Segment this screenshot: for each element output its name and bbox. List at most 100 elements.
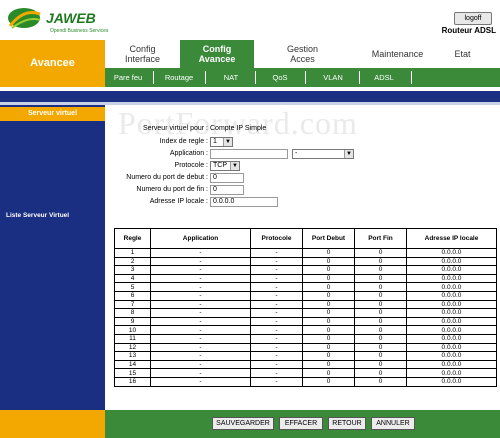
table-cell: - <box>150 316 251 327</box>
application-label: Application : <box>169 150 208 157</box>
table-cell: - <box>250 368 303 378</box>
main-tabs: Config Interface Config Avancee Gestion … <box>105 40 500 68</box>
tab-label-1: Etat <box>454 49 471 59</box>
table-cell: - <box>250 325 303 335</box>
table-cell: - <box>250 308 303 318</box>
subtab-divider <box>305 71 306 84</box>
table-cell: 0 <box>302 359 355 370</box>
subtab-nat[interactable]: NAT <box>213 71 249 84</box>
table-cell: 0 <box>354 333 407 344</box>
table-cell: 0.0.0.0 <box>406 351 497 361</box>
chevron-down-icon: ▼ <box>223 138 232 146</box>
table-cell: 0 <box>354 359 407 370</box>
table-cell: 0 <box>354 265 407 275</box>
col-header-application: Application <box>150 228 251 249</box>
table-cell: - <box>150 282 251 292</box>
logoff-button[interactable]: logoff <box>454 12 492 25</box>
sidebar: Serveur virtuel Liste Serveur Virtuel <box>0 105 105 410</box>
brand-name: JAWEB <box>46 10 96 26</box>
port-end-input[interactable]: 0 <box>210 185 244 195</box>
table-cell: - <box>150 308 251 318</box>
table-cell: 0 <box>354 308 407 318</box>
subtab-divider <box>359 71 360 84</box>
subtab-pare-feu[interactable]: Pare feu <box>109 71 147 84</box>
table-cell: - <box>150 325 251 335</box>
server-label: Serveur virtuel pour : <box>143 125 208 132</box>
table-cell: 0 <box>354 316 407 327</box>
table-cell: - <box>250 333 303 344</box>
table-cell: - <box>250 299 303 310</box>
local-ip-label: Adresse IP locale : <box>149 198 208 205</box>
table-cell: 0 <box>354 248 407 258</box>
table-cell: 0 <box>354 325 407 335</box>
table-row: 12- -0 0 0.0.0.0 <box>114 342 497 353</box>
table-cell: 11 <box>114 333 151 344</box>
tab-config-interface[interactable]: Config Interface <box>105 40 180 68</box>
port-start-input[interactable]: 0 <box>210 173 244 183</box>
table-cell: 0 <box>354 273 407 284</box>
table-cell: 0 <box>302 368 355 378</box>
table-cell: 0.0.0.0 <box>406 333 497 344</box>
table-cell: 0 <box>302 325 355 335</box>
table-cell: - <box>250 265 303 275</box>
subtab-routage[interactable]: Routage <box>157 71 201 84</box>
table-cell: 0.0.0.0 <box>406 325 497 335</box>
table-cell: 9 <box>114 316 151 327</box>
clear-button[interactable]: EFFACER <box>279 417 323 430</box>
col-header-port-end: Port Fin <box>354 228 407 249</box>
table-cell: 0 <box>302 299 355 310</box>
subtab-qos[interactable]: QoS <box>265 71 295 84</box>
table-cell: - <box>150 265 251 275</box>
table-cell: - <box>250 342 303 353</box>
col-header-protocol: Protocole <box>250 228 303 249</box>
index-select[interactable]: 1 ▼ <box>210 137 233 147</box>
table-cell: 10 <box>114 325 151 335</box>
tab-gestion-acces[interactable]: Gestion Acces <box>265 40 340 68</box>
table-cell: 2 <box>114 256 151 267</box>
table-cell: 16 <box>114 376 151 387</box>
table-cell: 0.0.0.0 <box>406 359 497 370</box>
subtab-adsl[interactable]: ADSL <box>369 71 399 84</box>
table-cell: 0.0.0.0 <box>406 299 497 310</box>
table-cell: 0.0.0.0 <box>406 282 497 292</box>
chevron-down-icon: ▼ <box>230 162 239 170</box>
cancel-button[interactable]: ANNULER <box>371 417 415 430</box>
table-cell: - <box>150 342 251 353</box>
table-row: 13- -0 0 0.0.0.0 <box>114 351 497 361</box>
router-title: Routeur ADSL <box>441 26 496 35</box>
port-end-label: Numero du port de fin : <box>136 186 208 193</box>
application-select[interactable]: - ▼ <box>292 149 354 159</box>
nav-section: Avancee <box>0 40 105 87</box>
table-cell: 0 <box>354 282 407 292</box>
table-cell: 6 <box>114 290 151 301</box>
table-cell: 0 <box>302 265 355 275</box>
table-cell: - <box>250 256 303 267</box>
table-cell: 0 <box>354 368 407 378</box>
save-button[interactable]: SAUVEGARDER <box>212 417 274 430</box>
tab-label-1: Maintenance <box>371 49 424 59</box>
tab-label-2: Interface <box>124 54 161 64</box>
application-select-value: - <box>295 150 298 157</box>
table-cell: - <box>250 290 303 301</box>
tab-maintenance[interactable]: Maintenance <box>360 40 435 68</box>
subtab-vlan[interactable]: VLAN <box>318 71 348 84</box>
table-cell: 0.0.0.0 <box>406 265 497 275</box>
table-cell: 0 <box>302 342 355 353</box>
protocol-select[interactable]: TCP ▼ <box>210 161 240 171</box>
table-header-row: Regle Application Protocole Port Debut P… <box>114 228 497 249</box>
tab-config-avancee[interactable]: Config Avancee <box>180 40 254 68</box>
table-cell: 0 <box>302 256 355 267</box>
table-cell: 0 <box>354 342 407 353</box>
table-cell: - <box>250 316 303 327</box>
local-ip-input[interactable]: 0.0.0.0 <box>210 197 278 207</box>
subtab-divider <box>255 71 256 84</box>
table-cell: 0 <box>302 351 355 361</box>
tab-label-1: Config <box>129 44 156 54</box>
protocol-select-value: TCP <box>213 162 227 169</box>
back-button[interactable]: RETOUR <box>328 417 366 430</box>
table-row: 4- -0 0 0.0.0.0 <box>114 273 497 284</box>
application-input[interactable] <box>210 149 288 159</box>
tab-etat[interactable]: Etat <box>435 40 490 68</box>
table-cell: 0 <box>302 248 355 258</box>
table-cell: - <box>250 248 303 258</box>
